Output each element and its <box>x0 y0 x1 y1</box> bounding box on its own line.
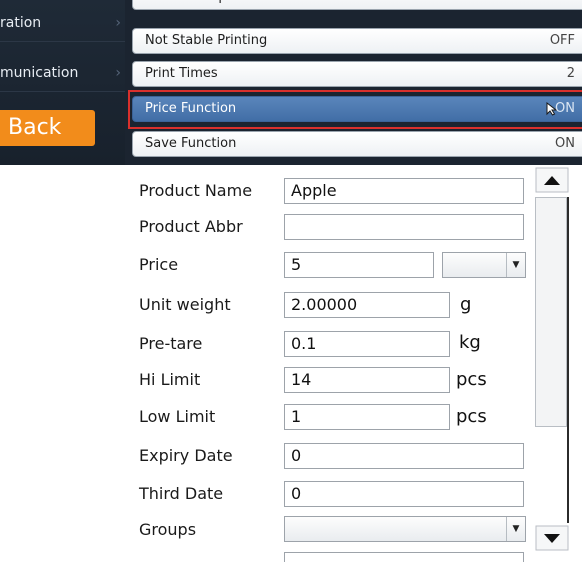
price-input[interactable]: 5 <box>284 252 434 278</box>
unit-weight-input[interactable]: 2.00000 <box>284 292 450 318</box>
sidebar-item-label: ration <box>0 15 42 31</box>
product-abbr-input[interactable] <box>284 214 524 240</box>
chevron-right-icon: › <box>115 65 121 81</box>
product-name-label: Product Name <box>139 181 253 200</box>
setting-value: 2 <box>566 66 575 81</box>
hi-limit-input[interactable]: 14 <box>284 367 450 393</box>
setting-value: OFF <box>549 33 575 48</box>
pre-tare-unit: kg <box>459 332 481 353</box>
setting-value: ON <box>555 136 575 151</box>
product-name-input[interactable]: Apple <box>284 178 524 204</box>
pre-tare-input[interactable]: 0.1 <box>284 331 450 357</box>
pre-tare-label: Pre-tare <box>139 334 203 353</box>
chevron-down-icon: ▼ <box>506 517 525 541</box>
sidebar-item-communication[interactable]: munication › <box>0 54 125 92</box>
price-label: Price <box>139 255 179 274</box>
low-limit-input[interactable]: 1 <box>284 404 450 430</box>
unit-weight-unit: g <box>460 294 472 315</box>
setting-label: Save Function <box>145 136 237 151</box>
settings-list: Decimal Separator Not Stable Printing OF… <box>128 0 582 165</box>
expiry-date-input[interactable]: 0 <box>284 443 524 469</box>
setting-label: Price Function <box>145 101 237 116</box>
hi-limit-unit: pcs <box>456 369 487 390</box>
setting-label: Not Stable Printing <box>145 33 268 48</box>
price-currency-select[interactable]: ▼ <box>442 252 526 278</box>
sidebar: ration › munication › Back <box>0 0 125 165</box>
setting-label: Print Times <box>145 66 218 81</box>
hi-limit-label: Hi Limit <box>139 370 201 389</box>
setting-label: Decimal Separator <box>145 0 266 9</box>
setting-row-decimal-separator[interactable]: Decimal Separator <box>132 0 582 10</box>
setting-row-print-times[interactable]: Print Times 2 <box>132 61 582 87</box>
expiry-date-label: Expiry Date <box>139 446 233 465</box>
back-button[interactable]: Back <box>0 110 95 146</box>
third-date-input[interactable]: 0 <box>284 481 524 507</box>
unit-weight-label: Unit weight <box>139 295 231 314</box>
low-limit-label: Low Limit <box>139 407 216 426</box>
chevron-down-icon: ▼ <box>506 253 525 277</box>
arrow-up-icon[interactable] <box>535 167 569 193</box>
third-date-label: Third Date <box>139 484 224 503</box>
groups-select[interactable]: ▼ <box>284 516 526 542</box>
sidebar-item-label: munication <box>0 65 79 81</box>
setting-row-not-stable-printing[interactable]: Not Stable Printing OFF <box>132 28 582 54</box>
sidebar-item-operation[interactable]: ration › <box>0 4 125 42</box>
form-scrollbar[interactable] <box>535 167 569 551</box>
arrow-down-icon[interactable] <box>535 525 569 551</box>
groups-label: Groups <box>139 520 197 539</box>
low-limit-unit: pcs <box>456 406 487 427</box>
product-abbr-label: Product Abbr <box>139 217 243 236</box>
next-field-input[interactable] <box>284 552 524 562</box>
setting-row-price-function[interactable]: Price Function ON <box>132 96 582 122</box>
setting-row-save-function[interactable]: Save Function ON <box>132 131 582 157</box>
setting-value: ON <box>555 101 575 116</box>
settings-panel: ration › munication › Back Decimal Separ… <box>0 0 582 165</box>
scroll-thumb[interactable] <box>535 197 567 427</box>
chevron-right-icon: › <box>115 15 121 31</box>
